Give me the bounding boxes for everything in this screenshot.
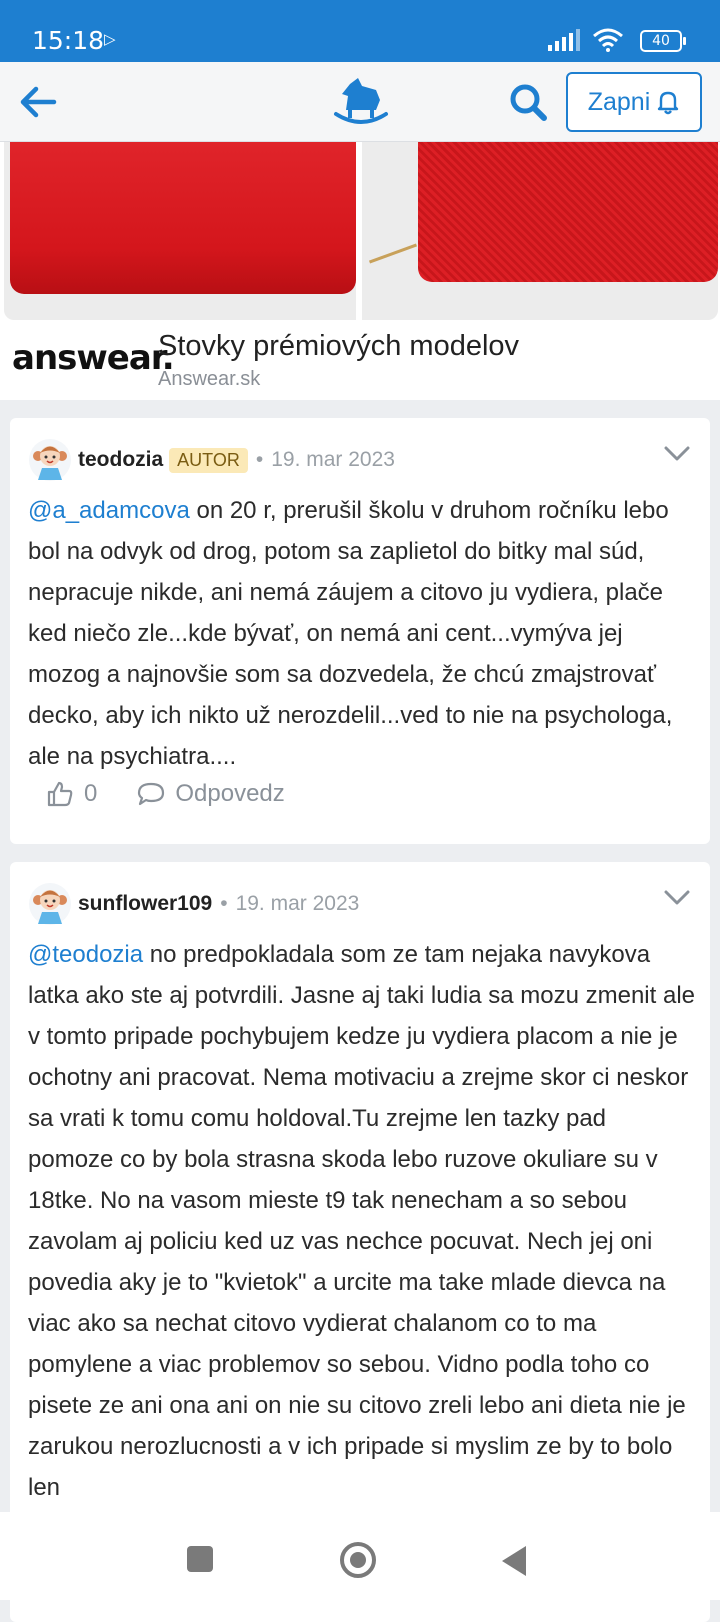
zipper-graphic [368, 243, 418, 264]
ad-domain: Answear.sk [158, 368, 261, 390]
battery-indicator: 40 [640, 30, 686, 52]
reply-label: Odpovedz [175, 780, 285, 807]
system-nav-bar [0, 1512, 720, 1600]
author-row: sunflower109 • 19. mar 2023 [78, 882, 359, 926]
red-wallet-image [10, 142, 356, 294]
rocking-horse-icon [334, 78, 388, 124]
avatar[interactable] [28, 438, 72, 482]
like-button[interactable]: 0 [46, 780, 97, 808]
ad-product-image[interactable] [4, 142, 356, 320]
signal-icon [548, 29, 580, 51]
ad-product-image[interactable] [362, 142, 718, 320]
subscribe-label: Zapni [587, 87, 651, 116]
post-date: 19. mar 2023 [235, 892, 360, 915]
status-icons [548, 28, 624, 52]
mention-link[interactable]: @a_adamcova [28, 497, 190, 524]
girl-avatar-icon [29, 439, 71, 481]
arrow-left-icon [20, 86, 57, 118]
search-icon [510, 84, 547, 121]
status-time: 15:18 [32, 26, 105, 55]
username[interactable]: teodozia [78, 448, 163, 472]
separator-dot: • [220, 892, 228, 915]
system-back-button[interactable] [502, 1546, 526, 1576]
play-indicator-icon: ▷ [104, 31, 116, 48]
home-button[interactable] [340, 1542, 376, 1578]
ad-brand-logo: answear. [12, 338, 175, 378]
status-bar: 15:18 ▷ 40 [0, 0, 720, 62]
like-count: 0 [84, 780, 98, 807]
username[interactable]: sunflower109 [78, 892, 212, 916]
thumbs-up-icon [47, 781, 73, 807]
post-text: no predpokladala som ze tam nejaka navyk… [28, 941, 695, 1501]
post-date: 19. mar 2023 [271, 448, 395, 471]
bell-icon [658, 91, 679, 115]
reply-button[interactable]: Odpovedz [137, 780, 285, 808]
red-wallet-image [418, 142, 718, 282]
recent-apps-button[interactable] [187, 1546, 213, 1572]
author-row: teodozia AUTOR • 19. mar 2023 [78, 438, 395, 482]
comment-card: teodozia AUTOR • 19. mar 2023 @a_adamcov… [10, 418, 710, 844]
rocking-horse-logo[interactable] [332, 74, 390, 128]
girl-avatar-icon [29, 883, 71, 925]
mention-link[interactable]: @teodozia [28, 941, 143, 968]
subscribe-button[interactable]: Zapni [566, 72, 702, 132]
wifi-icon [593, 28, 623, 52]
post-body: @a_adamcova on 20 r, prerušil školu v dr… [28, 490, 696, 777]
author-badge: AUTOR [169, 447, 248, 473]
chevron-down-icon[interactable] [664, 446, 690, 462]
post-actions: 0 Odpovedz [46, 780, 285, 808]
comment-card: sunflower109 • 19. mar 2023 @teodozia no… [10, 862, 710, 1622]
speech-bubble-icon [138, 782, 165, 806]
avatar[interactable] [28, 882, 72, 926]
back-button[interactable] [14, 78, 62, 126]
ad-title[interactable]: Stovky prémiových modelov [158, 330, 519, 363]
separator-dot: • [255, 448, 264, 471]
search-button[interactable] [504, 78, 552, 126]
ad-banner[interactable]: answear. Stovky prémiových modelov Answe… [0, 142, 720, 400]
post-text: on 20 r, prerušil školu v druhom ročníku… [28, 497, 673, 770]
chevron-down-icon[interactable] [664, 890, 690, 906]
post-body: @teodozia no predpokladala som ze tam ne… [28, 934, 696, 1508]
app-bar: Zapni [0, 62, 720, 142]
